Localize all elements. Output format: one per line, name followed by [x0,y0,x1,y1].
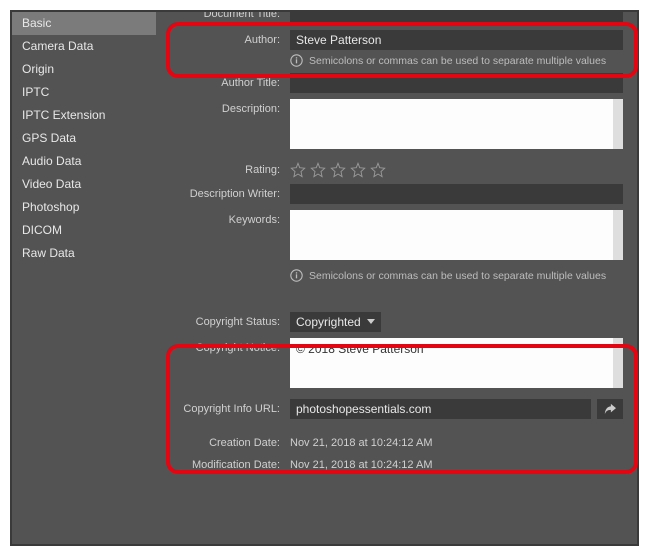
sidebar-item-iptc-extension[interactable]: IPTC Extension [12,104,156,127]
author-title-label: Author Title: [170,73,290,89]
keywords-label: Keywords: [170,210,290,226]
description-writer-label: Description Writer: [170,184,290,200]
keywords-hint: Semicolons or commas can be used to sepa… [290,269,623,282]
modification-date-label: Modification Date: [170,455,290,471]
info-icon [290,54,303,67]
info-icon [290,269,303,282]
go-to-url-button[interactable] [597,399,623,419]
copyright-status-label: Copyright Status: [170,312,290,328]
sidebar-item-camera-data[interactable]: Camera Data [12,35,156,58]
star-icon[interactable] [290,162,306,178]
sidebar-item-dicom[interactable]: DICOM [12,219,156,242]
author-label: Author: [170,30,290,46]
creation-date-value: Nov 21, 2018 at 10:24:12 AM [290,433,433,449]
creation-date-label: Creation Date: [170,433,290,449]
rating-label: Rating: [170,160,290,176]
description-writer-input[interactable] [290,184,623,204]
star-icon[interactable] [310,162,326,178]
category-sidebar: Basic Camera Data Origin IPTC IPTC Exten… [12,12,156,544]
sidebar-item-iptc[interactable]: IPTC [12,81,156,104]
copyright-url-input[interactable] [290,399,591,419]
copyright-notice-label: Copyright Notice: [170,338,290,354]
author-title-input[interactable] [290,73,623,93]
rating-stars[interactable] [290,160,623,178]
modification-date-value: Nov 21, 2018 at 10:24:12 AM [290,455,433,471]
sidebar-item-photoshop[interactable]: Photoshop [12,196,156,219]
document-title-label: Document Title: [170,12,290,20]
arrow-share-icon [603,403,617,415]
sidebar-item-audio-data[interactable]: Audio Data [12,150,156,173]
copyright-notice-input[interactable]: © 2018 Steve Patterson [290,338,623,388]
sidebar-item-origin[interactable]: Origin [12,58,156,81]
sidebar-item-gps-data[interactable]: GPS Data [12,127,156,150]
copyright-url-label: Copyright Info URL: [170,399,290,415]
star-icon[interactable] [370,162,386,178]
copyright-status-select[interactable]: Copyrighted [290,312,381,332]
file-info-panel: Basic Camera Data Origin IPTC IPTC Exten… [10,10,639,546]
document-title-input[interactable] [290,12,623,24]
author-input[interactable] [290,30,623,50]
description-input[interactable] [290,99,623,149]
star-icon[interactable] [350,162,366,178]
sidebar-item-raw-data[interactable]: Raw Data [12,242,156,265]
author-hint: Semicolons or commas can be used to sepa… [290,54,623,67]
form-area: Document Title: Author: Semicolons or co… [156,12,637,544]
sidebar-item-video-data[interactable]: Video Data [12,173,156,196]
description-label: Description: [170,99,290,115]
keywords-input[interactable] [290,210,623,260]
sidebar-item-basic[interactable]: Basic [12,12,156,35]
star-icon[interactable] [330,162,346,178]
